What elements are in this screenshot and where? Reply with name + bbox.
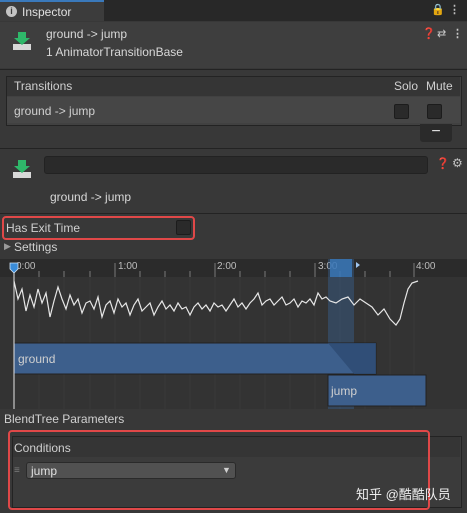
transition-row-name: ground -> jump [14,104,96,118]
transition-name-field[interactable] [44,156,428,174]
divider [0,148,467,149]
help-icon[interactable]: ❓ [422,27,436,40]
transition-name-label: ground -> jump [50,190,132,204]
tab-label: Inspector [22,5,72,19]
help-icon[interactable]: ❓ [436,157,450,170]
transition-icon [13,160,31,178]
transitions-label: Transitions [14,79,73,93]
source-state-label: ground [18,352,56,366]
transition-subtitle: 1 AnimatorTransitionBase [46,45,183,59]
divider [0,213,467,214]
info-icon: i [6,6,17,17]
mute-label: Mute [426,79,453,93]
preset-icon[interactable]: ⇄ [437,27,446,40]
transition-title: ground -> jump [46,27,128,41]
kebab-menu-icon[interactable]: ⋮ [449,3,460,16]
solo-label: Solo [394,79,419,93]
blendtree-parameters-label: BlendTree Parameters [4,412,125,426]
tab-inspector[interactable]: i Inspector [0,0,104,21]
remove-transition-button[interactable]: − [420,124,452,142]
kebab-menu-icon[interactable]: ⋮ [452,27,463,40]
lock-icon[interactable]: 🔒 [431,3,445,16]
foldout-arrow-icon[interactable]: ▶ [4,241,11,252]
has-exit-time-checkbox[interactable] [176,220,191,235]
watermark: 知乎 @酷酷队员 [356,487,451,502]
has-exit-time-label: Has Exit Time [6,221,81,235]
divider [0,69,467,70]
dest-state-label: jump [331,384,358,398]
mute-checkbox[interactable] [427,104,442,119]
settings-foldout[interactable]: Settings [14,240,57,254]
transitions-header [7,77,460,96]
timeline-graph [9,259,427,409]
gear-icon[interactable]: ⚙ [452,156,463,170]
transition-icon [13,32,31,50]
solo-checkbox[interactable] [394,104,409,119]
